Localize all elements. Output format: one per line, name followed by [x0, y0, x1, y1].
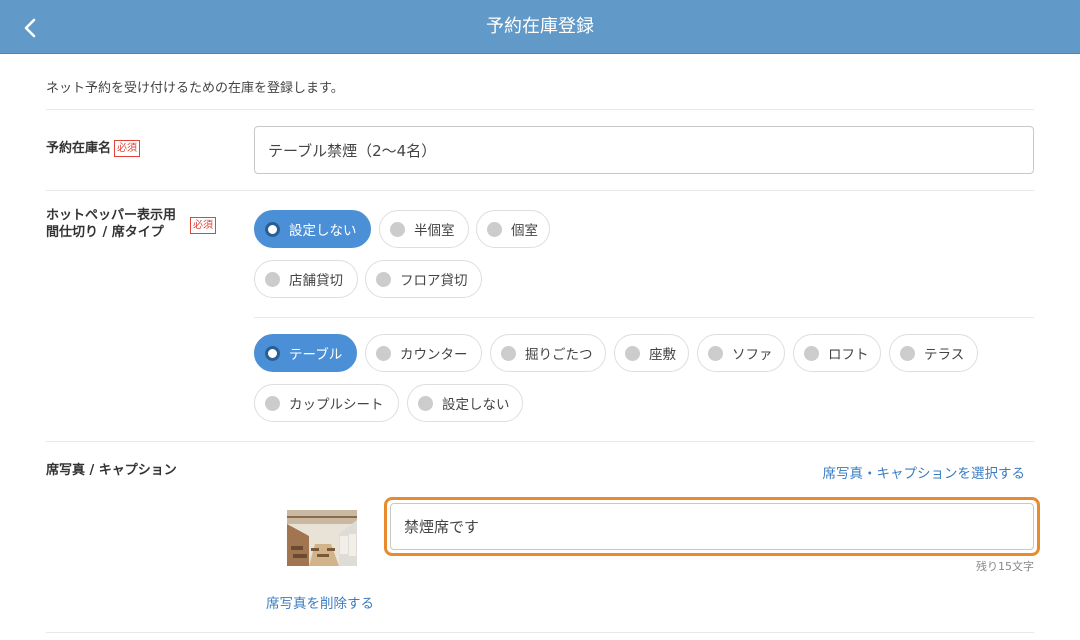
radio-dot-icon: [804, 345, 819, 361]
seat-option[interactable]: テーブル: [254, 334, 357, 372]
radio-dot-icon: [265, 345, 280, 361]
divider: [254, 317, 1034, 318]
required-badge: 必須: [190, 217, 216, 234]
radio-dot-icon: [376, 345, 391, 361]
caption-input[interactable]: [390, 503, 1034, 550]
seat-option[interactable]: 掘りごたつ: [490, 334, 606, 372]
seat-option[interactable]: 設定しない: [407, 384, 523, 422]
photo-caption-label: 席写真 / キャプション: [46, 463, 177, 478]
seat-option[interactable]: ロフト: [793, 334, 881, 372]
seat-option[interactable]: ソファ: [697, 334, 785, 372]
radio-dot-icon: [265, 271, 280, 287]
radio-dot-icon: [418, 395, 433, 411]
radio-dot-icon: [487, 221, 502, 237]
remaining-count: 残り15文字: [976, 560, 1034, 573]
seat-option[interactable]: カウンター: [365, 334, 482, 372]
inventory-name-input[interactable]: [254, 126, 1034, 174]
partition-option[interactable]: 個室: [476, 210, 550, 248]
partition-option[interactable]: フロア貸切: [365, 260, 482, 298]
seat-photo: [287, 510, 357, 566]
app-header: 予約在庫登録: [0, 0, 1080, 54]
radio-dot-icon: [625, 345, 640, 361]
divider: [46, 441, 1034, 442]
radio-dot-icon: [501, 345, 516, 361]
page-title: 予約在庫登録: [486, 16, 594, 37]
hotpepper-label: ホットペッパー表示用 間仕切り / 席タイプ: [46, 208, 177, 240]
divider: [46, 632, 1034, 633]
radio-dot-icon: [390, 221, 405, 237]
required-badge: 必須: [114, 140, 141, 157]
seat-option[interactable]: テラス: [889, 334, 978, 372]
radio-dot-icon: [265, 221, 280, 237]
delete-photo-link[interactable]: 席写真を削除する: [266, 592, 374, 612]
radio-dot-icon: [265, 395, 280, 411]
divider: [46, 190, 1034, 191]
seat-option[interactable]: 座敷: [614, 334, 689, 372]
partition-option[interactable]: 半個室: [379, 210, 469, 248]
partition-option[interactable]: 店舗貸切: [254, 260, 358, 298]
radio-dot-icon: [900, 345, 915, 361]
seat-option[interactable]: カップルシート: [254, 384, 399, 422]
radio-dot-icon: [708, 345, 723, 361]
intro-text: ネット予約を受け付けるための在庫を登録します。: [46, 81, 344, 96]
divider: [46, 109, 1034, 110]
radio-dot-icon: [376, 271, 391, 287]
select-photo-link[interactable]: 席写真・キャプションを選択する: [823, 462, 1026, 482]
partition-option[interactable]: 設定しない: [254, 210, 371, 248]
inventory-name-label: 予約在庫名 必須: [46, 140, 141, 157]
